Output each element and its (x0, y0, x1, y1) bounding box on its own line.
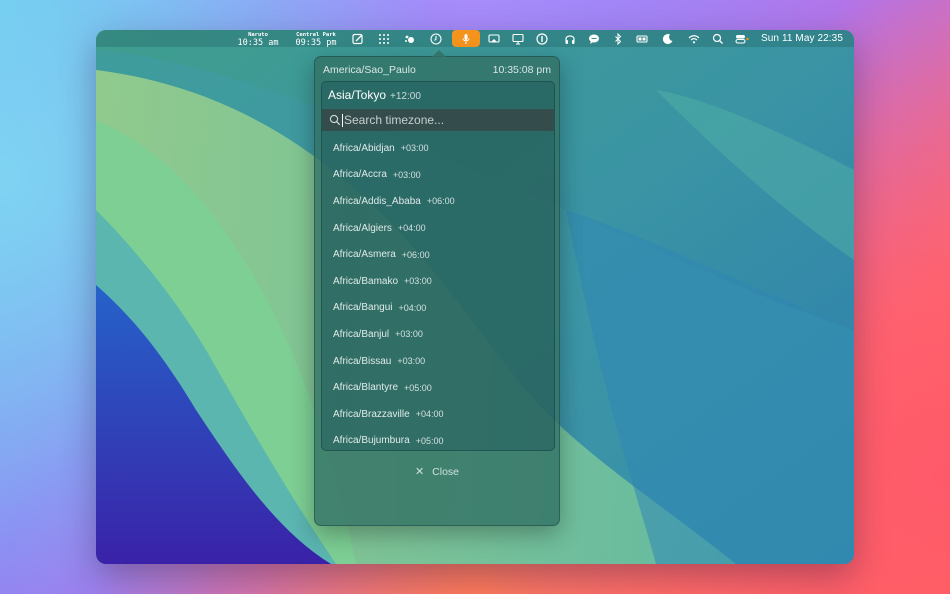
popup-arrow (432, 50, 446, 57)
selected-timezone-offset: +12:00 (390, 91, 421, 102)
list-item[interactable]: Africa/Abidjan +03:00 (322, 135, 554, 162)
list-item[interactable]: Africa/Blantyre +05:00 (322, 374, 554, 401)
current-time: 10:35:08 pm (492, 64, 551, 76)
search-icon (329, 114, 341, 126)
timezone-offset: +04:00 (398, 302, 427, 313)
close-icon: ✕ (414, 466, 425, 478)
timezone-offset: +05:00 (404, 382, 432, 393)
timezone-name: Africa/Bamako (333, 275, 399, 287)
popup-header: America/Sao_Paulo 10:35:08 pm (323, 64, 551, 78)
timezone-picker: Asia/Tokyo+12:00 Africa/Abidjan +03:00 Af… (321, 81, 555, 451)
timezone-list[interactable]: Africa/Abidjan +03:00 Africa/Accra +03:00 … (322, 135, 554, 450)
headphones-icon[interactable] (562, 30, 578, 47)
selected-timezone: Asia/Tokyo +12:00 (328, 88, 421, 102)
timezone-offset: +06:00 (426, 196, 455, 207)
timezone-offset: +03:00 (395, 329, 423, 340)
list-item[interactable]: Africa/Bissau +03:00 (322, 348, 554, 375)
fan-icon[interactable] (402, 30, 418, 47)
world-clock-naruto[interactable]: Naruto 10:35 am (236, 30, 280, 47)
timezone-popup: America/Sao_Paulo 10:35:08 pm Asia/Tokyo… (314, 56, 560, 526)
list-item[interactable]: Africa/Accra +03:00 (322, 162, 554, 189)
menu-bar: Naruto 10:35 am Central Park 09:35 pm Su… (96, 30, 854, 47)
close-button[interactable]: ✕ Close (315, 465, 559, 479)
timezone-offset: +05:00 (415, 435, 444, 446)
microphone-icon[interactable] (452, 30, 480, 47)
timezone-offset: +03:00 (397, 356, 426, 367)
onepassword-icon[interactable] (534, 30, 550, 47)
list-item[interactable]: Africa/Bangui +04:00 (322, 295, 554, 322)
list-item[interactable]: Africa/Bujumbura +05:00 (322, 428, 554, 450)
timezone-name: Africa/Banjul (333, 328, 390, 340)
clock-time: 09:35 pm (295, 37, 337, 48)
list-item[interactable]: Africa/Asmera +06:00 (322, 241, 554, 268)
clock-time: 10:35 am (237, 37, 279, 48)
timezone-name: Africa/Abidjan (333, 142, 395, 154)
timezone-name: Africa/Addis_Ababa (333, 195, 421, 207)
world-clock-central-park[interactable]: Central Park 09:35 pm (292, 30, 340, 47)
current-timezone: America/Sao_Paulo (323, 64, 416, 76)
control-center-icon[interactable] (732, 30, 752, 47)
timezone-name: Africa/Bujumbura (333, 435, 410, 447)
search-icon[interactable] (710, 30, 726, 47)
timezone-offset: +03:00 (404, 276, 432, 287)
text-caret (342, 114, 343, 127)
timezone-name: Africa/Algiers (333, 222, 392, 234)
cast-icon[interactable] (486, 30, 502, 47)
timezone-offset: +03:00 (400, 143, 429, 154)
timezone-name: Africa/Blantyre (333, 382, 399, 394)
desktop-window: Naruto 10:35 am Central Park 09:35 pm Su… (96, 30, 854, 564)
wifi-icon[interactable] (686, 30, 702, 47)
bluetooth-icon[interactable] (610, 30, 626, 47)
timezone-name: Africa/Asmera (333, 249, 396, 261)
list-item[interactable]: Africa/Banjul +03:00 (322, 321, 554, 348)
timezone-offset: +04:00 (397, 223, 426, 234)
timezone-offset: +03:00 (392, 169, 421, 180)
compose-icon[interactable] (350, 30, 366, 47)
display-icon[interactable] (510, 30, 526, 47)
search-bar[interactable] (322, 109, 554, 131)
list-item[interactable]: Africa/Algiers +04:00 (322, 215, 554, 242)
timezone-name: Africa/Bangui (333, 302, 393, 314)
list-item[interactable]: Africa/Addis_Ababa +06:00 (322, 188, 554, 215)
moon-icon[interactable] (660, 30, 676, 47)
grid-dots-icon[interactable] (376, 30, 392, 47)
list-item[interactable]: Africa/Bamako +03:00 (322, 268, 554, 295)
timezone-name: Africa/Bissau (333, 355, 392, 367)
search-timezone-input[interactable] (344, 113, 544, 127)
menu-bar-datetime[interactable]: Sun 11 May 22:35 (758, 30, 846, 47)
battery-icon[interactable] (634, 30, 650, 47)
clock-icon[interactable] (428, 30, 444, 47)
list-item[interactable]: Africa/Brazzaville +04:00 (322, 401, 554, 428)
timezone-name: Africa/Accra (333, 169, 387, 181)
timezone-offset: +06:00 (401, 249, 430, 260)
close-label: Close (432, 465, 460, 478)
chat-icon[interactable] (586, 30, 602, 47)
selected-timezone-name: Asia/Tokyo (328, 88, 387, 102)
timezone-offset: +04:00 (415, 409, 444, 420)
timezone-name: Africa/Brazzaville (333, 408, 410, 420)
